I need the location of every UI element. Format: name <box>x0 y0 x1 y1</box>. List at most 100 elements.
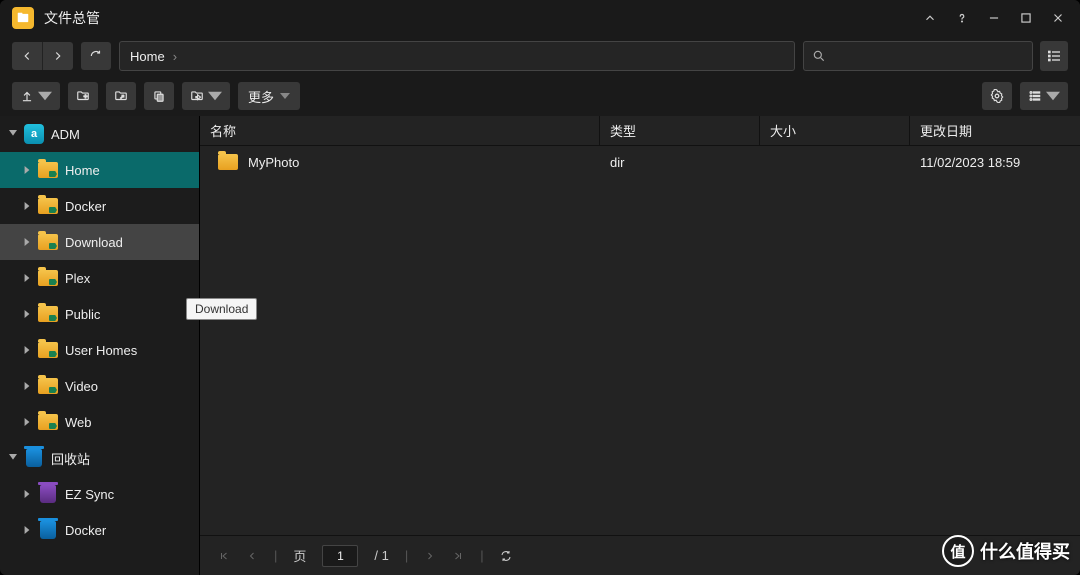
collapse-button[interactable] <box>916 4 944 32</box>
tree-label: EZ Sync <box>65 487 114 502</box>
back-button[interactable] <box>12 42 43 70</box>
page-total: / 1 <box>374 548 388 563</box>
tree-label: Download <box>65 235 123 250</box>
expand-icon[interactable] <box>20 274 34 282</box>
folder-icon <box>38 414 58 430</box>
move-button[interactable] <box>182 82 230 110</box>
folder-icon <box>38 234 58 250</box>
folder-icon <box>38 342 58 358</box>
sidebar-item-ezsync[interactable]: EZ Sync <box>0 476 199 512</box>
sidebar-item-public[interactable]: Public <box>0 296 199 332</box>
column-header-type[interactable]: 类型 <box>600 116 760 145</box>
folder-icon <box>38 306 58 322</box>
refresh-button[interactable] <box>81 42 111 70</box>
tree-label: Video <box>65 379 98 394</box>
sidebar-item-web[interactable]: Web <box>0 404 199 440</box>
breadcrumb-item[interactable]: Home <box>130 49 165 64</box>
chevron-down-icon <box>280 91 290 101</box>
expand-icon[interactable] <box>20 166 34 174</box>
collapse-icon[interactable] <box>6 454 20 462</box>
list-view-button[interactable] <box>1020 82 1068 110</box>
folder-icon <box>218 154 238 170</box>
tooltip: Download <box>186 298 257 320</box>
column-header-row: 名称 类型 大小 更改日期 <box>200 116 1080 146</box>
upload-button[interactable] <box>12 82 60 110</box>
file-type: dir <box>600 146 760 178</box>
titlebar: 文件总管 <box>0 0 1080 36</box>
collapse-icon[interactable] <box>6 130 20 138</box>
sidebar-item-download[interactable]: Download <box>0 224 199 260</box>
breadcrumb[interactable]: Home › <box>119 41 795 71</box>
action-toolbar: + ↗ 更多 <box>0 76 1080 116</box>
copy-button[interactable] <box>144 82 174 110</box>
chevron-right-icon: › <box>173 49 177 64</box>
expand-icon[interactable] <box>20 202 34 210</box>
search-box[interactable] <box>803 41 1033 71</box>
more-button[interactable]: 更多 <box>238 82 300 110</box>
tree-label: Home <box>65 163 100 178</box>
folder-icon <box>38 378 58 394</box>
help-button[interactable] <box>948 4 976 32</box>
tree-label: Public <box>65 307 100 322</box>
page-input[interactable] <box>322 545 358 567</box>
expand-icon[interactable] <box>20 346 34 354</box>
tree-label: Plex <box>65 271 90 286</box>
expand-icon[interactable] <box>20 382 34 390</box>
recycle-bin-icon <box>26 449 42 467</box>
sidebar-item-recycle-docker[interactable]: Docker <box>0 512 199 548</box>
next-page-button[interactable] <box>424 550 436 562</box>
expand-icon[interactable] <box>20 310 34 318</box>
svg-text:+: + <box>84 93 88 100</box>
expand-icon[interactable] <box>20 526 34 534</box>
tree-label: Docker <box>65 523 106 538</box>
new-folder-button[interactable]: + <box>68 82 98 110</box>
folder-icon <box>38 198 58 214</box>
expand-icon[interactable] <box>20 418 34 426</box>
maximize-button[interactable] <box>1012 4 1040 32</box>
bin-icon <box>40 485 56 503</box>
adm-icon: a <box>24 124 44 144</box>
nav-toolbar: Home › <box>0 36 1080 76</box>
share-folder-button[interactable]: ↗ <box>106 82 136 110</box>
pager: | 页 / 1 | | <box>200 535 1080 575</box>
file-date: 11/02/2023 18:59 <box>910 146 1080 178</box>
app-icon <box>12 7 34 29</box>
file-row[interactable]: MyPhoto dir 11/02/2023 18:59 <box>200 146 1080 178</box>
tree-node-adm[interactable]: a ADM <box>0 116 199 152</box>
expand-icon[interactable] <box>20 490 34 498</box>
column-header-size[interactable]: 大小 <box>760 116 910 145</box>
folder-icon <box>38 162 58 178</box>
forward-button[interactable] <box>43 42 73 70</box>
bin-icon <box>40 521 56 539</box>
settings-button[interactable] <box>982 82 1012 110</box>
file-list: 名称 类型 大小 更改日期 MyPhoto dir 11/02/2023 18:… <box>200 116 1080 575</box>
sidebar-item-docker[interactable]: Docker <box>0 188 199 224</box>
reload-button[interactable] <box>500 550 512 562</box>
tree-node-recycle[interactable]: 回收站 <box>0 440 199 476</box>
file-size <box>760 146 910 178</box>
folder-icon <box>38 270 58 286</box>
sidebar-item-plex[interactable]: Plex <box>0 260 199 296</box>
expand-icon[interactable] <box>20 238 34 246</box>
search-icon <box>812 49 826 63</box>
sidebar-item-home[interactable]: Home <box>0 152 199 188</box>
more-label: 更多 <box>248 87 274 106</box>
minimize-button[interactable] <box>980 4 1008 32</box>
sidebar-item-video[interactable]: Video <box>0 368 199 404</box>
tree-label: User Homes <box>65 343 137 358</box>
search-input[interactable] <box>832 49 1024 64</box>
column-header-date[interactable]: 更改日期 <box>910 116 1080 145</box>
prev-page-button[interactable] <box>246 550 258 562</box>
close-button[interactable] <box>1044 4 1072 32</box>
view-toggle-button[interactable] <box>1040 41 1068 71</box>
tree-label: Web <box>65 415 92 430</box>
page-label: 页 <box>293 546 306 565</box>
svg-text:↗: ↗ <box>120 94 124 100</box>
first-page-button[interactable] <box>218 550 230 562</box>
window-title: 文件总管 <box>44 8 100 28</box>
last-page-button[interactable] <box>452 550 464 562</box>
column-header-name[interactable]: 名称 <box>200 116 600 145</box>
sidebar-item-user-homes[interactable]: User Homes <box>0 332 199 368</box>
file-name: MyPhoto <box>248 155 299 170</box>
tree-label: ADM <box>51 127 80 142</box>
